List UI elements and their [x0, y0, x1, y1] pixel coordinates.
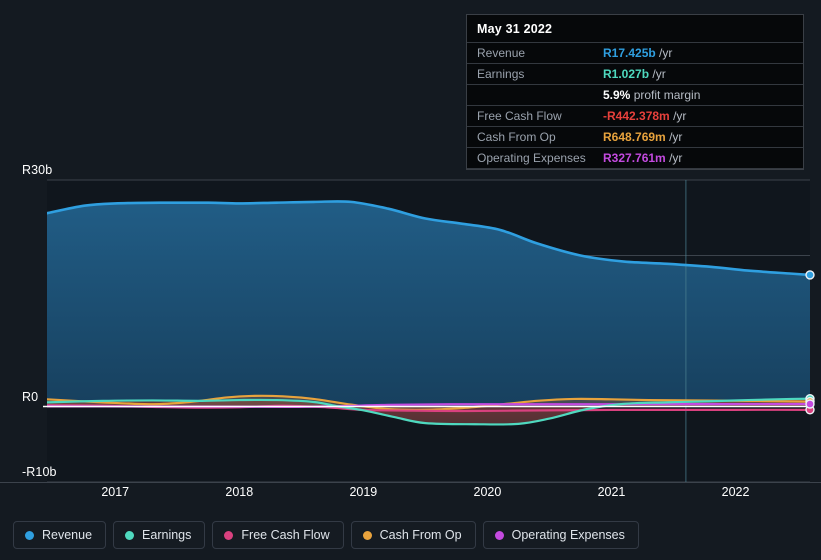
tooltip-row-value: -R442.378m /yr — [593, 106, 803, 127]
tooltip-value-amount: R1.027b — [603, 67, 650, 81]
tooltip-row-value: R1.027b /yr — [593, 64, 803, 85]
legend-color-dot — [224, 530, 234, 540]
tooltip-row-label: Cash From Op — [477, 130, 556, 144]
tooltip-row-label: Operating Expenses — [477, 151, 586, 165]
tooltip-row-value: R17.425b /yr — [593, 43, 803, 64]
endpoint-dot-operating-expenses[interactable] — [805, 399, 815, 409]
tooltip-row: Cash From Op R648.769m /yr — [467, 126, 803, 148]
tooltip-value-unit: /yr — [659, 46, 673, 60]
x-axis-tick-label: 2022 — [721, 485, 750, 499]
x-axis-tick-label: 2020 — [473, 485, 502, 499]
legend-item-free-cash-flow[interactable]: Free Cash Flow — [212, 521, 344, 549]
legend-item-label: Operating Expenses — [511, 528, 625, 542]
y-axis-tick-label: -R10b — [22, 465, 57, 479]
tooltip-value-amount: R17.425b — [603, 46, 656, 60]
tooltip-row-label: Earnings — [477, 67, 525, 81]
legend-color-dot — [494, 530, 504, 540]
x-axis-tick-label: 2019 — [349, 485, 378, 499]
tooltip-value-amount: R648.769m — [603, 130, 666, 144]
x-axis-tick-label: 2021 — [597, 485, 626, 499]
legend-color-dot — [125, 530, 135, 540]
tooltip-row: Revenue R17.425b /yr — [467, 42, 803, 64]
legend-color-dot — [362, 530, 372, 540]
tooltip-value-unit: /yr — [669, 130, 683, 144]
tooltip-row: 5.9% profit margin — [467, 84, 803, 106]
legend-item-label: Cash From Op — [379, 528, 462, 542]
tooltip-row-value: 5.9% profit margin — [593, 85, 803, 106]
y-axis-tick-label: R0 — [22, 389, 39, 404]
tooltip-row-label: Free Cash Flow — [477, 109, 562, 123]
tooltip-row-label — [467, 85, 593, 106]
legend-item-label: Revenue — [42, 528, 93, 542]
financial-performance-chart: R30b R0 -R10b 2017 2018 2019 2020 2021 2022 May… — [0, 0, 821, 560]
x-axis-tick-label: 2017 — [101, 485, 130, 499]
legend-item-earnings[interactable]: Earnings — [113, 521, 206, 549]
chart-legend: Revenue Earnings Free Cash Flow Cash From O… — [13, 521, 639, 549]
tooltip-table: Revenue R17.425b /yr Earnings R1.027b /yr 5.… — [467, 42, 803, 169]
tooltip-value-amount: 5.9% — [603, 88, 631, 102]
tooltip-value-unit: /yr — [652, 67, 666, 81]
legend-color-dot — [25, 530, 34, 540]
x-axis-tick-label: 2018 — [225, 485, 254, 499]
legend-item-operating-expenses[interactable]: Operating Expenses — [482, 521, 639, 549]
legend-item-cash-from-op[interactable]: Cash From Op — [350, 521, 476, 549]
tooltip-row-value: R648.769m /yr — [593, 127, 803, 148]
legend-item-label: Earnings — [142, 528, 192, 542]
legend-item-revenue[interactable]: Revenue — [13, 521, 107, 549]
tooltip-row: Operating Expenses R327.761m /yr — [467, 147, 803, 169]
tooltip-row-value: R327.761m /yr — [593, 148, 803, 169]
tooltip-value-unit: /yr — [673, 109, 687, 123]
endpoint-dot-revenue[interactable] — [805, 270, 815, 280]
tooltip-value-unit: /yr — [669, 151, 683, 165]
tooltip-row-label: Revenue — [477, 46, 526, 60]
tooltip-date: May 31 2022 — [477, 22, 553, 36]
legend-item-label: Free Cash Flow — [241, 528, 330, 542]
data-tooltip: May 31 2022 Revenue R17.425b /yr Earnings R… — [466, 14, 804, 170]
y-axis-tick-label: R30b — [22, 163, 53, 177]
tooltip-value-amount: -R442.378m — [603, 109, 670, 123]
tooltip-value-amount: R327.761m — [603, 151, 666, 165]
tooltip-value-unit: profit margin — [633, 88, 701, 102]
tooltip-row: Earnings R1.027b /yr — [467, 63, 803, 85]
tooltip-row: Free Cash Flow -R442.378m /yr — [467, 105, 803, 127]
